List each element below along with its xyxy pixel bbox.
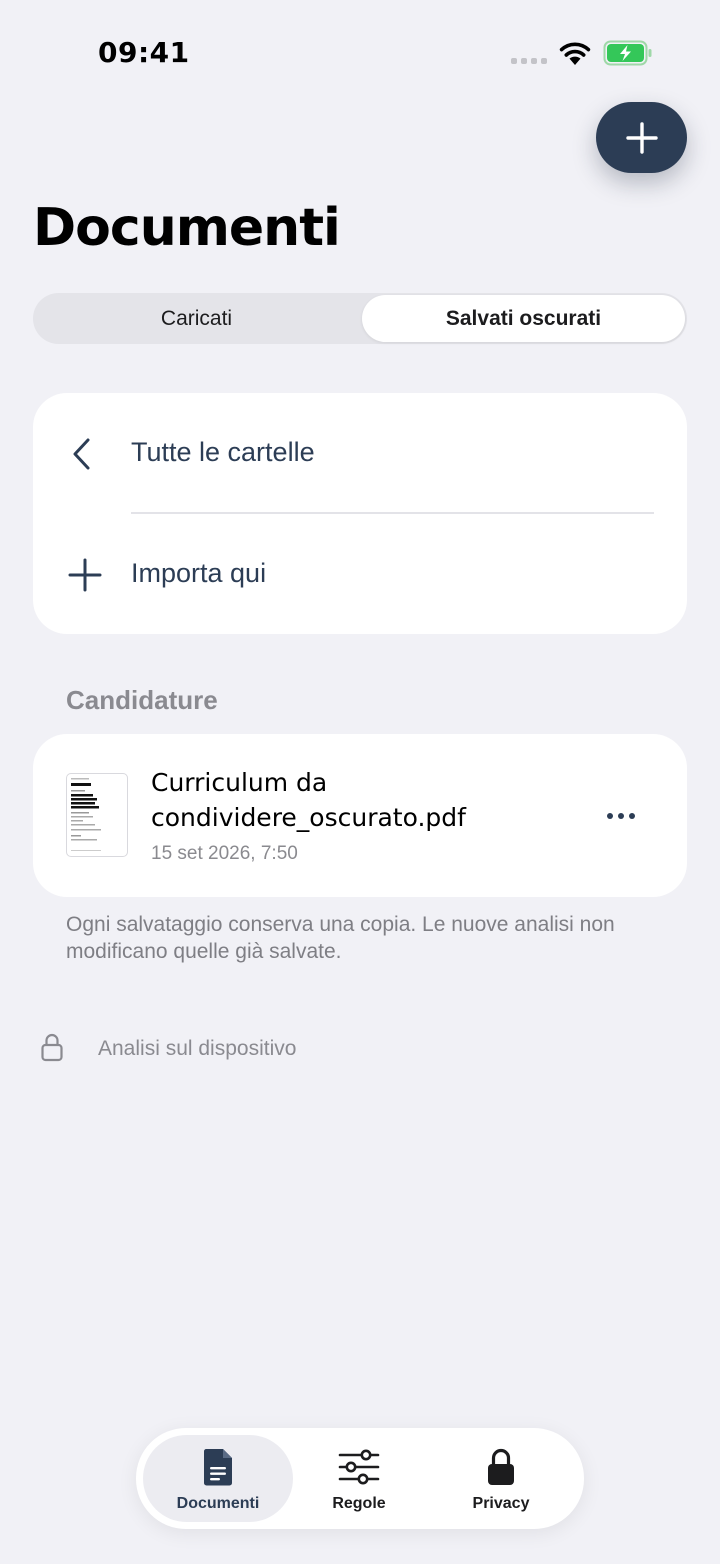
folder-actions-card: Tutte le cartelle Importa qui xyxy=(33,393,687,634)
status-bar: 09:41 xyxy=(0,0,720,100)
tab-regole[interactable]: Regole xyxy=(284,1435,434,1522)
sliders-icon xyxy=(338,1449,380,1485)
lock-outline-icon xyxy=(41,1033,63,1062)
document-icon xyxy=(203,1449,232,1486)
chevron-left-icon xyxy=(73,438,90,470)
tab-bar: Documenti Regole Privacy xyxy=(136,1428,584,1529)
import-here-label: Importa qui xyxy=(131,558,267,588)
document-thumbnail xyxy=(66,773,128,857)
battery-charging-icon xyxy=(603,40,653,71)
page-title: Documenti xyxy=(33,198,341,258)
plus-icon xyxy=(625,121,658,154)
tab-privacy[interactable]: Privacy xyxy=(426,1435,576,1522)
tab-regole-label: Regole xyxy=(332,1495,386,1512)
add-button[interactable] xyxy=(596,102,687,173)
segmented-control: Caricati Salvati oscurati xyxy=(33,293,687,344)
plus-icon xyxy=(68,558,102,592)
segment-caricati[interactable]: Caricati xyxy=(33,293,360,344)
on-device-analysis-label: Analisi sul dispositivo xyxy=(98,1037,297,1060)
cellular-signal-icon xyxy=(511,58,547,64)
wifi-icon xyxy=(558,40,592,71)
on-device-analysis-notice: Analisi sul dispositivo xyxy=(40,1032,296,1066)
status-time: 09:41 xyxy=(98,36,190,69)
document-date: 15 set 2026, 7:50 xyxy=(151,843,298,864)
lock-icon xyxy=(488,1448,514,1485)
import-here-button[interactable]: Importa qui xyxy=(33,514,687,634)
tab-documenti[interactable]: Documenti xyxy=(143,1435,293,1522)
all-folders-button[interactable]: Tutte le cartelle xyxy=(33,393,687,513)
document-name: Curriculum da condividere_oscurato.pdf xyxy=(151,768,466,832)
folder-section-title: Candidature xyxy=(66,685,218,715)
save-footnote: Ogni salvataggio conserva una copia. Le … xyxy=(66,913,615,963)
tab-documenti-label: Documenti xyxy=(176,1495,260,1512)
document-more-button[interactable] xyxy=(591,800,651,832)
segment-salvati-oscurati[interactable]: Salvati oscurati xyxy=(362,295,685,342)
tab-privacy-label: Privacy xyxy=(472,1495,530,1512)
ellipsis-icon xyxy=(607,813,635,819)
all-folders-label: Tutte le cartelle xyxy=(131,437,315,467)
document-list-item[interactable]: Curriculum da condividere_oscurato.pdf 1… xyxy=(33,734,687,897)
